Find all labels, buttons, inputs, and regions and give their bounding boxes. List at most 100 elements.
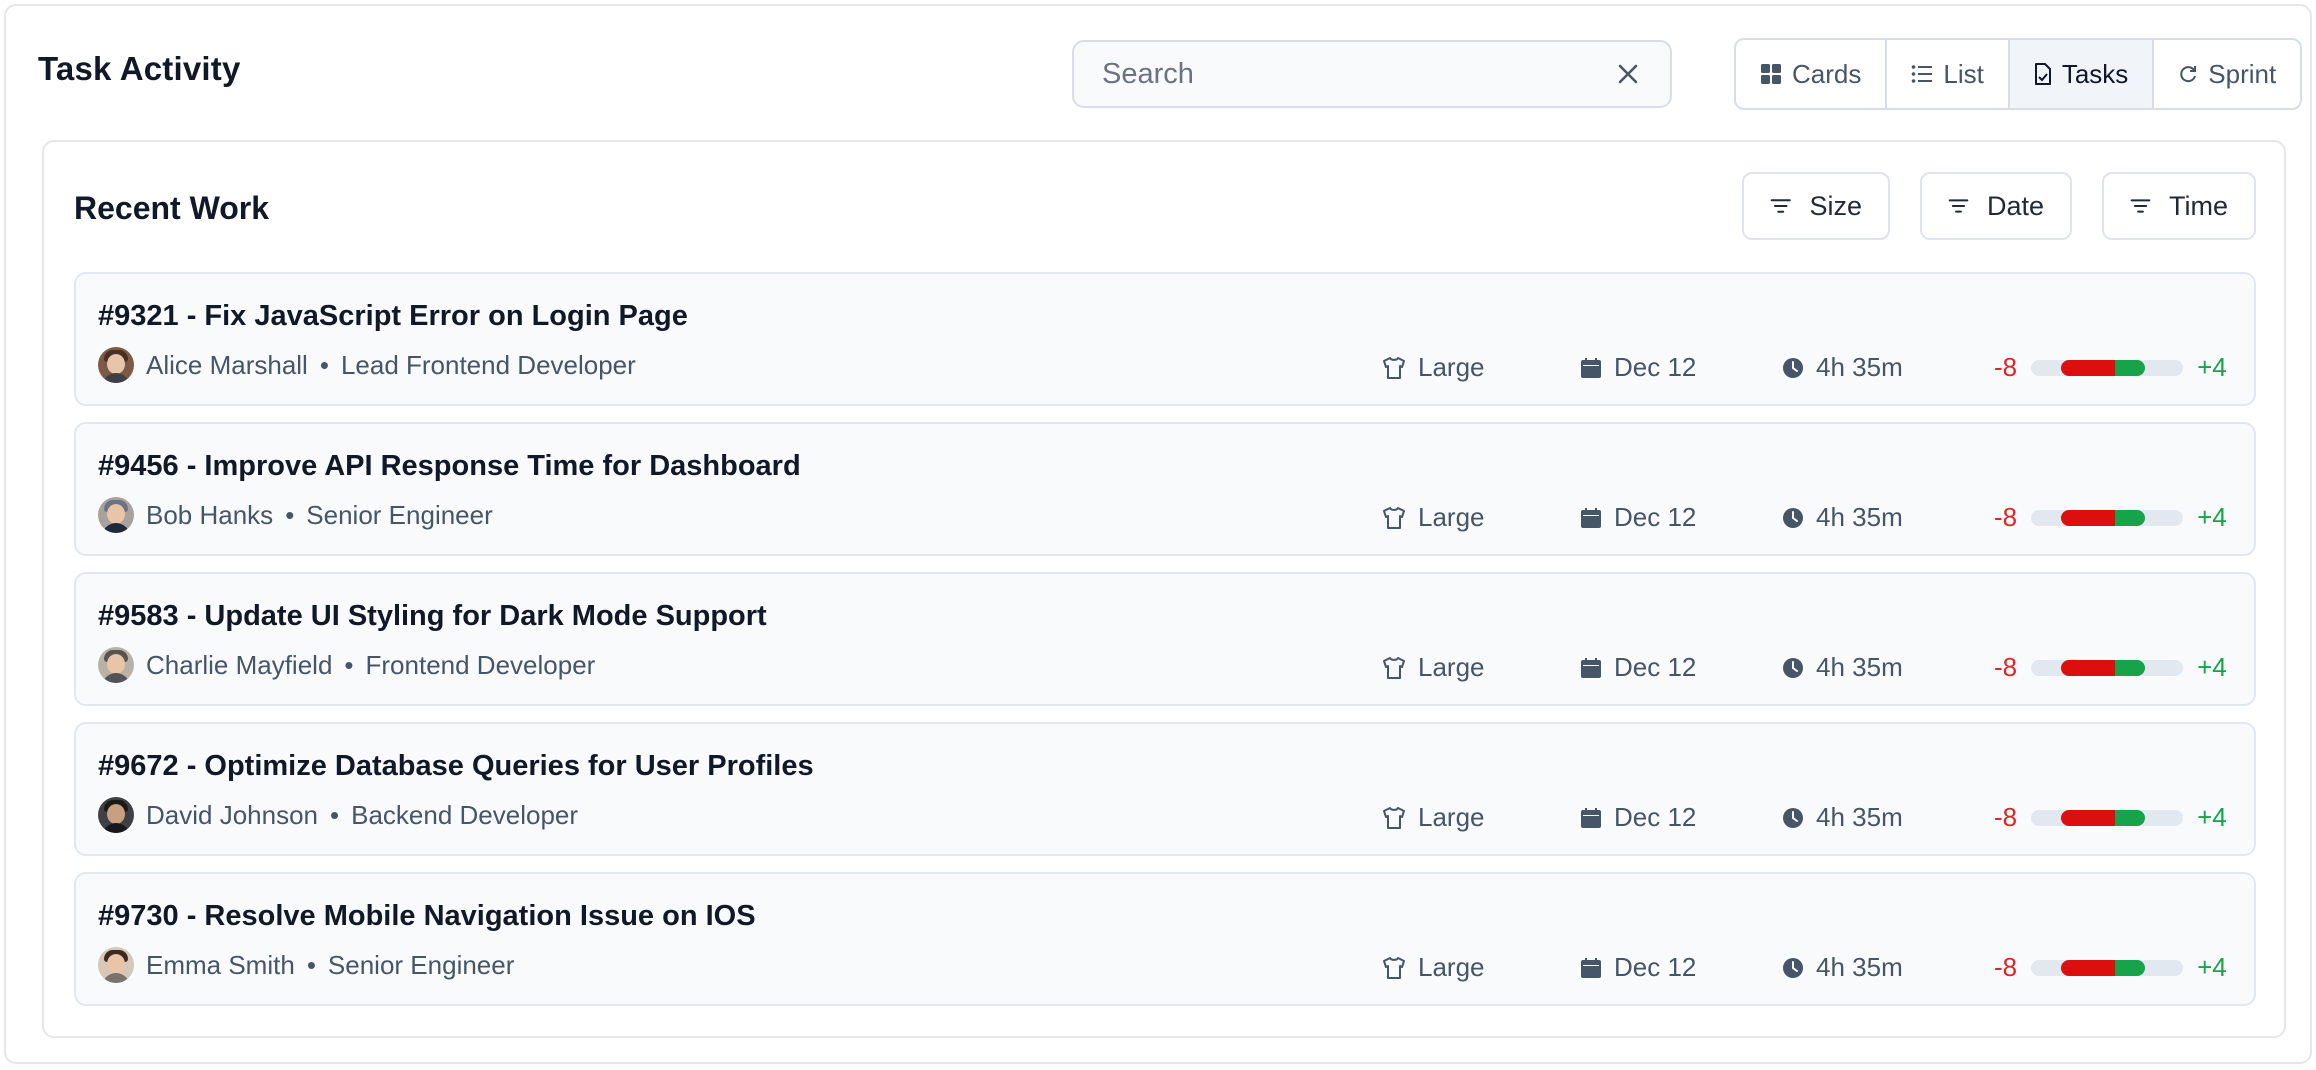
avatar — [98, 347, 134, 383]
separator-dot: • — [306, 949, 316, 980]
progress-plus: +4 — [2197, 502, 2227, 532]
task-time: 4h 35m — [1782, 502, 1903, 533]
assignee-role: Senior Engineer — [306, 499, 493, 530]
task-size: Large — [1382, 802, 1485, 833]
filter-icon — [2130, 199, 2151, 213]
task-size-value: Large — [1418, 652, 1485, 682]
task-date: Dec 12 — [1580, 802, 1696, 833]
task-title: #9456 - Improve API Response Time for Da… — [98, 450, 801, 482]
task-date: Dec 12 — [1580, 652, 1696, 683]
task-list: #9321 - Fix JavaScript Error on Login Pa… — [74, 272, 2256, 1022]
view-list-button[interactable]: List — [1887, 40, 2010, 108]
assignee-role: Frontend Developer — [365, 649, 596, 680]
avatar — [98, 947, 134, 983]
view-tasks-label: Tasks — [2061, 58, 2129, 89]
task-row[interactable]: #9321 - Fix JavaScript Error on Login Pa… — [74, 272, 2256, 406]
view-cards-label: Cards — [1792, 58, 1862, 89]
shirt-icon — [1383, 656, 1405, 679]
filter-date-button[interactable]: Date — [1920, 172, 2072, 240]
task-assignee: Emma Smith • Senior Engineer — [98, 946, 514, 984]
view-cards-button[interactable]: Cards — [1736, 40, 1888, 108]
progress-minus: -8 — [1994, 952, 2018, 982]
search-input[interactable] — [1102, 57, 1614, 91]
task-title: #9672 - Optimize Database Queries for Us… — [98, 750, 814, 782]
progress-plus: +4 — [2197, 352, 2227, 382]
task-progress: -8 +4 — [1994, 952, 2227, 983]
task-title: #9321 - Fix JavaScript Error on Login Pa… — [98, 300, 688, 332]
progress-minus: -8 — [1994, 502, 2018, 532]
progress-plus: +4 — [2197, 652, 2227, 682]
view-list-label: List — [1943, 58, 1984, 89]
task-title: #9583 - Update UI Styling for Dark Mode … — [98, 600, 767, 632]
task-assignee: Charlie Mayfield • Frontend Developer — [98, 646, 595, 684]
shirt-icon — [1383, 506, 1405, 529]
assignee-role: Backend Developer — [351, 799, 579, 830]
task-time-value: 4h 35m — [1816, 502, 1903, 532]
calendar-icon — [1581, 507, 1601, 528]
view-switcher: Cards List Tasks Sprint — [1734, 38, 2303, 110]
task-date: Dec 12 — [1580, 352, 1696, 383]
filter-size-button[interactable]: Size — [1742, 172, 1890, 240]
assignee-name: David Johnson — [146, 799, 318, 830]
progress-bar — [2031, 959, 2184, 976]
filter-icon — [1948, 199, 1969, 213]
assignee-role: Lead Frontend Developer — [340, 349, 636, 380]
task-size: Large — [1382, 952, 1485, 983]
task-size: Large — [1382, 502, 1485, 533]
assignee-name: Emma Smith — [146, 949, 295, 980]
view-sprint-label: Sprint — [2208, 58, 2277, 89]
task-time: 4h 35m — [1782, 802, 1903, 833]
clock-icon — [1783, 657, 1803, 678]
task-progress: -8 +4 — [1994, 652, 2227, 683]
task-time-value: 4h 35m — [1816, 352, 1903, 382]
task-row[interactable]: #9583 - Update UI Styling for Dark Mode … — [74, 572, 2256, 706]
view-sprint-button[interactable]: Sprint — [2154, 40, 2300, 108]
task-assignee: Bob Hanks • Senior Engineer — [98, 496, 493, 534]
separator-dot: • — [330, 799, 340, 830]
calendar-icon — [1581, 807, 1601, 828]
separator-dot: • — [285, 499, 295, 530]
recent-work-panel: Recent Work Size Date Time #9321 - Fix J… — [42, 140, 2286, 1038]
progress-plus: +4 — [2197, 952, 2227, 982]
task-date-value: Dec 12 — [1614, 952, 1697, 982]
separator-dot: • — [319, 349, 329, 380]
task-time: 4h 35m — [1782, 952, 1903, 983]
progress-bar — [2031, 659, 2184, 676]
task-size-value: Large — [1418, 952, 1485, 982]
avatar — [98, 797, 134, 833]
close-icon[interactable] — [1614, 60, 1642, 88]
clock-icon — [1783, 507, 1803, 528]
task-row[interactable]: #9730 - Resolve Mobile Navigation Issue … — [74, 872, 2256, 1006]
task-size-value: Large — [1418, 502, 1485, 532]
shirt-icon — [1383, 806, 1405, 829]
task-size-value: Large — [1418, 352, 1485, 382]
progress-bar — [2031, 509, 2184, 526]
progress-plus: +4 — [2197, 802, 2227, 832]
grid-icon — [1761, 64, 1781, 84]
progress-minus: -8 — [1994, 352, 2018, 382]
avatar — [98, 497, 134, 533]
assignee-role: Senior Engineer — [327, 949, 515, 980]
task-time-value: 4h 35m — [1816, 952, 1903, 982]
view-tasks-button[interactable]: Tasks — [2009, 40, 2155, 108]
task-row[interactable]: #9456 - Improve API Response Time for Da… — [74, 422, 2256, 556]
clock-icon — [1783, 807, 1803, 828]
clock-icon — [1783, 357, 1803, 378]
task-assignee: Alice Marshall • Lead Frontend Developer — [98, 346, 636, 384]
filter-time-button[interactable]: Time — [2102, 172, 2256, 240]
filter-time-label: Time — [2169, 190, 2228, 221]
progress-bar — [2031, 359, 2184, 376]
task-time: 4h 35m — [1782, 352, 1903, 383]
task-date-value: Dec 12 — [1614, 652, 1697, 682]
task-date: Dec 12 — [1580, 502, 1696, 533]
task-time-value: 4h 35m — [1816, 652, 1903, 682]
assignee-name: Charlie Mayfield — [146, 649, 333, 680]
task-progress: -8 +4 — [1994, 352, 2227, 383]
task-title: #9730 - Resolve Mobile Navigation Issue … — [98, 900, 756, 932]
shirt-icon — [1383, 356, 1405, 379]
task-row[interactable]: #9672 - Optimize Database Queries for Us… — [74, 722, 2256, 856]
assignee-name: Alice Marshall — [146, 349, 308, 380]
task-date-value: Dec 12 — [1614, 502, 1697, 532]
filter-icon — [1770, 199, 1791, 213]
task-size-value: Large — [1418, 802, 1485, 832]
